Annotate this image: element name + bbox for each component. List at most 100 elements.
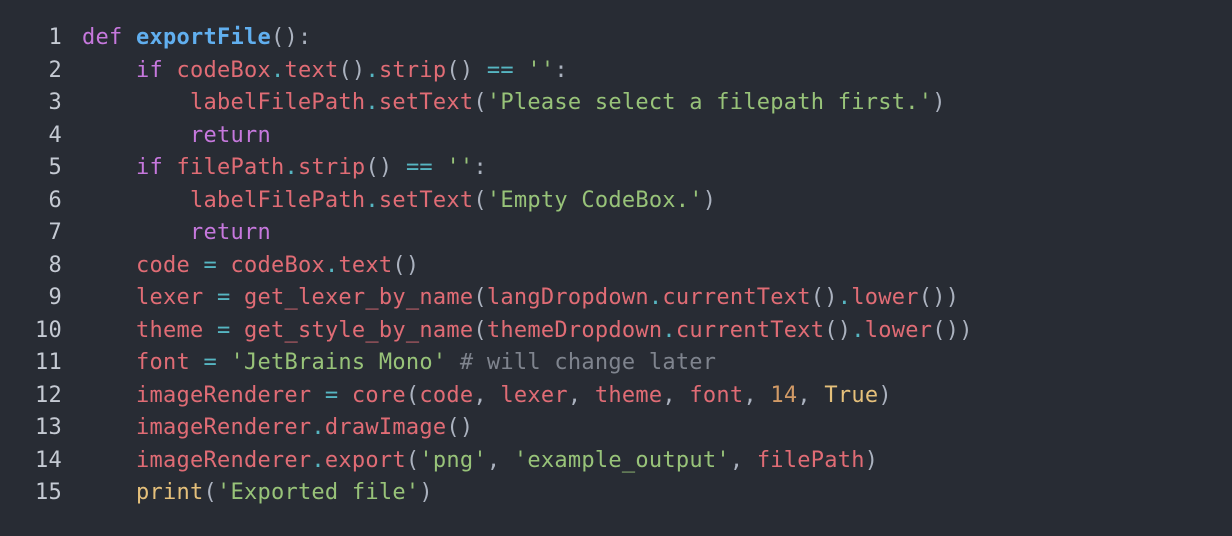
code-token: labelFilePath [189, 187, 366, 213]
code-line[interactable]: 9 lexer = get_lexer_by_name(langDropdown… [22, 282, 973, 315]
code-token: 'Please select a filepath first.' [486, 90, 933, 115]
code-token: core [351, 382, 406, 408]
code-line[interactable]: 15 print('Exported file') [22, 477, 973, 510]
code-token: . [837, 285, 852, 310]
code-token: imageRenderer [135, 382, 312, 408]
code-token: 14 [770, 382, 798, 408]
code-token: exportFile [136, 25, 271, 50]
code-token: , [729, 447, 757, 473]
code-line-content: return [82, 220, 271, 245]
code-line[interactable]: 11 font = 'JetBrains Mono' # will change… [22, 347, 973, 380]
code-block[interactable]: 1 def exportFile(): 2 if codeBox.text().st… [22, 22, 973, 510]
code-token: ( [203, 480, 217, 505]
code-token: . [365, 90, 379, 115]
line-number: 8 [48, 252, 62, 278]
code-token: () [446, 415, 474, 440]
code-token: . [365, 57, 379, 83]
code-token: = [216, 285, 231, 310]
code-token: font [135, 350, 190, 375]
code-token: ( [473, 285, 487, 310]
code-line[interactable]: 3 labelFilePath.setText('Please select a… [22, 87, 973, 120]
code-token: return [189, 122, 271, 148]
line-number: 12 [35, 382, 62, 408]
code-token: lower [851, 285, 919, 310]
code-line-content: labelFilePath.setText('Please select a f… [82, 90, 946, 115]
code-token: strip [297, 155, 366, 180]
code-line[interactable]: 13 imageRenderer.drawImage() [22, 412, 973, 445]
code-token: text [284, 57, 339, 83]
code-token: , [473, 382, 501, 408]
code-line-content: imageRenderer = core(code, lexer, theme,… [82, 383, 892, 408]
code-token: 'png' [419, 447, 487, 473]
code-line[interactable]: 12 imageRenderer = core(code, lexer, the… [22, 380, 973, 413]
code-token: def [82, 25, 123, 50]
code-line-content: code = codeBox.text() [82, 253, 419, 278]
code-token: 'Empty CodeBox.' [486, 187, 703, 213]
code-line[interactable]: 10 theme = get_style_by_name(themeDropdo… [22, 315, 973, 348]
line-number: 13 [35, 415, 62, 440]
code-token: . [662, 317, 676, 343]
code-line[interactable]: 4 return [22, 120, 973, 153]
code-token: ( [473, 317, 487, 343]
code-line[interactable]: 1 def exportFile(): [22, 22, 973, 55]
code-token: 'example_output' [513, 447, 730, 473]
code-token: filePath [176, 155, 285, 180]
code-token: themeDropdown [486, 317, 663, 343]
code-token: lower [864, 317, 933, 343]
code-token: ( [473, 90, 487, 115]
code-line-content: lexer = get_lexer_by_name(langDropdown.c… [82, 285, 959, 310]
code-editor[interactable]: 1 def exportFile(): 2 if codeBox.text().st… [0, 0, 1232, 536]
code-line[interactable]: 8 code = codeBox.text() [22, 250, 973, 283]
code-token: if [135, 155, 163, 180]
line-number: 14 [35, 447, 62, 473]
code-token: , [567, 382, 595, 408]
code-token: ( [405, 447, 420, 473]
code-line[interactable]: 5 if filePath.strip() == '': [22, 152, 973, 185]
code-token: ()) [932, 317, 973, 343]
code-token: == [405, 155, 433, 180]
code-line[interactable]: 14 imageRenderer.export('png', 'example_… [22, 445, 973, 478]
code-line[interactable]: 6 labelFilePath.setText('Empty CodeBox.'… [22, 185, 973, 218]
code-token: == [486, 57, 514, 83]
code-token: return [189, 220, 271, 245]
code-token: get_lexer_by_name [243, 285, 474, 310]
line-number: 9 [48, 285, 62, 310]
code-token: strip [378, 57, 447, 83]
code-line[interactable]: 2 if codeBox.text().strip() == '': [22, 55, 973, 88]
code-token: . [851, 317, 865, 343]
code-token: print [135, 480, 204, 505]
code-token: ( [405, 382, 420, 408]
code-token: '' [446, 155, 474, 180]
code-token: theme [594, 382, 663, 408]
line-number: 5 [48, 155, 62, 180]
code-token: . [648, 285, 663, 310]
code-token: True [824, 382, 879, 408]
code-token: currentText [675, 317, 825, 343]
code-token: . [311, 415, 325, 440]
code-token: = [203, 252, 217, 278]
code-line-content: print('Exported file') [82, 480, 433, 505]
code-token: . [365, 187, 379, 213]
code-token: () [446, 57, 474, 83]
code-token: if [135, 57, 163, 83]
code-token: () [810, 285, 838, 310]
code-token: lexer [135, 285, 204, 310]
code-line[interactable]: 7 return [22, 217, 973, 250]
code-token: ) [878, 382, 892, 408]
code-token: ) [864, 447, 879, 473]
